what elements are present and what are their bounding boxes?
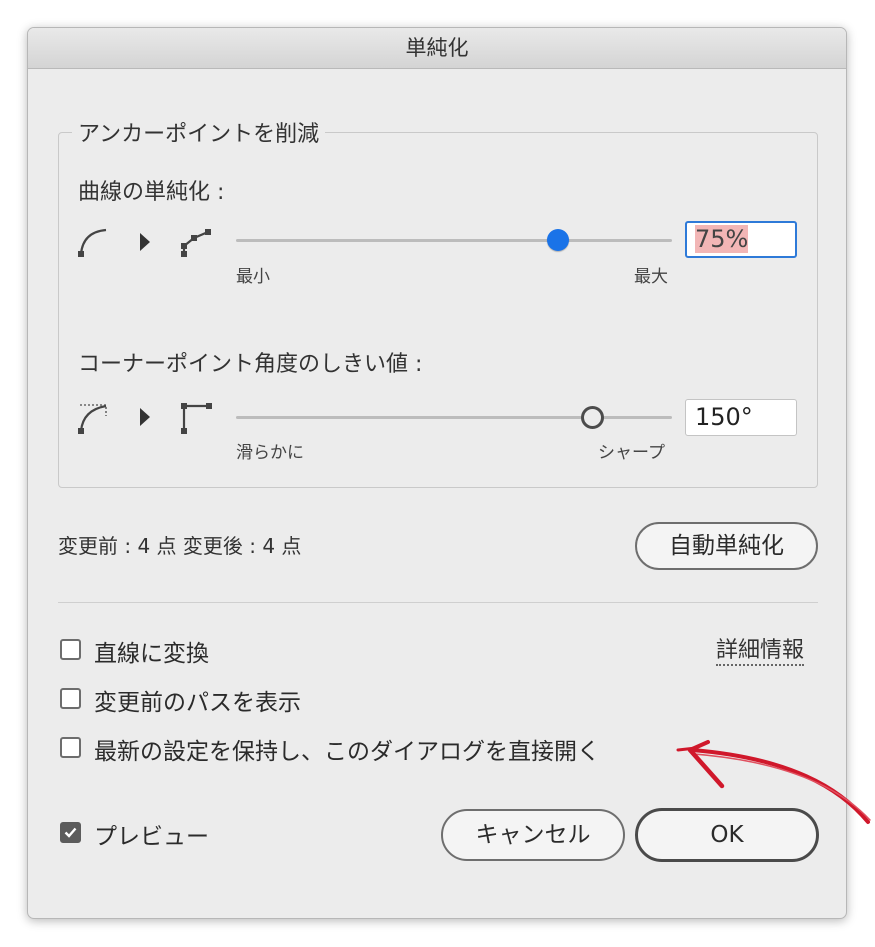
curve-simplify-slider-thumb[interactable] <box>547 229 569 251</box>
curve-simplify-input[interactable]: 75% <box>685 221 797 258</box>
cancel-button[interactable]: キャンセル <box>441 809 625 861</box>
curve-simplify-label: 曲線の単純化 : <box>78 180 225 205</box>
simplified-curve-icon <box>181 229 211 257</box>
preview-label: プレビュー <box>94 824 209 850</box>
corner-angle-label: コーナーポイント角度のしきい値 : <box>78 352 423 377</box>
details-link[interactable]: 詳細情報 <box>716 638 805 666</box>
smooth-curve-icon <box>78 228 107 257</box>
curve-simplify-slider[interactable] <box>236 239 672 242</box>
smooth-corner-icon <box>78 404 107 434</box>
corner-min-label: 滑らかに <box>236 443 304 463</box>
curve-simplify-value: 75% <box>695 225 749 253</box>
corner-angle-slider[interactable] <box>236 416 672 419</box>
point-count-stats: 変更前 : 4 点 変更後 : 4 点 <box>58 534 302 558</box>
keep-settings-label: 最新の設定を保持し、このダイアログを直接開く <box>94 739 600 765</box>
annotation-arrow-icon <box>676 740 871 824</box>
preview-checkbox[interactable] <box>60 822 81 843</box>
keep-settings-checkbox[interactable] <box>60 737 81 758</box>
checkmark-icon <box>64 827 77 838</box>
convert-to-line-checkbox[interactable] <box>60 639 81 660</box>
arrow-right-icon <box>140 233 150 251</box>
anchor-reduction-legend: アンカーポイントを削減 <box>72 116 326 148</box>
curve-min-label: 最小 <box>236 267 270 287</box>
sharp-corner-icon <box>181 403 212 434</box>
show-original-label: 変更前のパスを表示 <box>94 690 301 716</box>
show-original-checkbox[interactable] <box>60 688 81 709</box>
convert-to-line-label: 直線に変換 <box>94 641 209 667</box>
dialog-title: 単純化 <box>28 28 846 69</box>
corner-max-label: シャープ <box>598 443 665 463</box>
curve-max-label: 最大 <box>634 267 668 287</box>
corner-angle-slider-thumb[interactable] <box>581 406 604 429</box>
divider <box>58 602 818 603</box>
auto-simplify-button[interactable]: 自動単純化 <box>635 522 818 570</box>
arrow-right-icon-2 <box>140 408 150 426</box>
corner-angle-input[interactable]: 150° <box>685 399 797 436</box>
